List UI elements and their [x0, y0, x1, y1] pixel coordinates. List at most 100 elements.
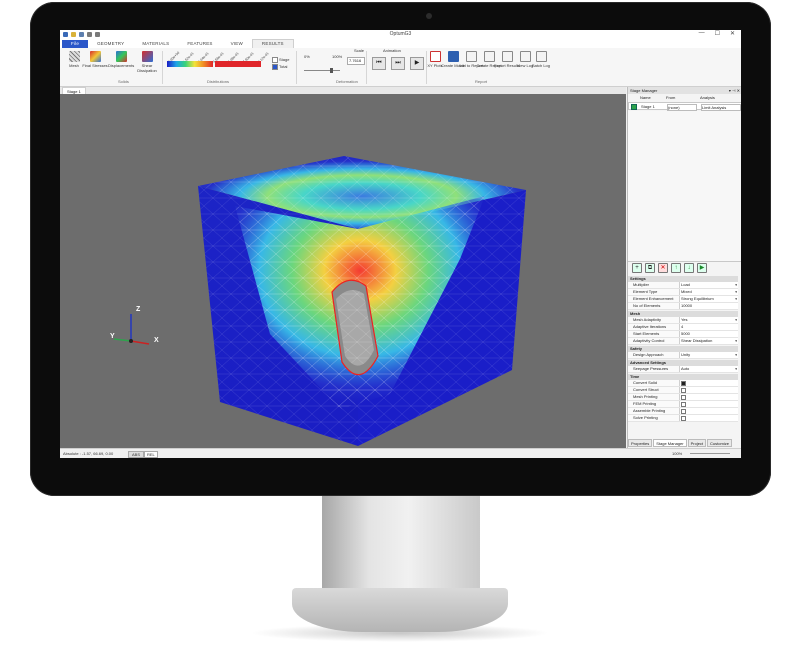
property-dropdown[interactable]: Yes ▾ [679, 317, 738, 323]
property-key: Design Approach [633, 352, 664, 357]
property-input[interactable]: 10000 [679, 303, 738, 309]
tab-geometry[interactable]: GEOMETRY [88, 40, 133, 48]
rewind-button[interactable]: ⏮ [372, 57, 386, 70]
checkbox-icon[interactable] [681, 381, 686, 386]
displacements-button[interactable]: Displacements [108, 51, 134, 68]
abs-toggle[interactable]: ABS [128, 451, 145, 458]
group-deformation-label: Deformation [336, 79, 358, 84]
tab-materials[interactable]: MATERIALS [133, 40, 178, 48]
property-row[interactable]: Adaptivity Control Shear Dissipation ▾ [628, 338, 738, 345]
delete-stage-icon[interactable]: ✕ [658, 263, 668, 273]
property-key: Assemble Printing [633, 408, 666, 413]
property-row[interactable]: Start Elements 5000 [628, 331, 738, 338]
property-row[interactable]: Multiplier Load ▾ [628, 282, 738, 289]
final-stresses-button[interactable]: Final Stresses [82, 51, 108, 68]
property-row[interactable]: Mesh Printing [628, 394, 738, 401]
checkbox-icon[interactable] [681, 409, 686, 414]
property-row[interactable]: Solve Printing [628, 415, 738, 422]
property-checkbox[interactable] [679, 401, 738, 407]
stage-row[interactable]: Stage 1 (none) Limit Analysis [628, 102, 741, 111]
colormap-bar-final[interactable] [167, 61, 213, 67]
property-value: Strong Equilibrium [681, 296, 714, 301]
property-row[interactable]: No of Elements 10000 [628, 303, 738, 310]
stage-from-select[interactable]: (none) [667, 104, 697, 111]
step-button[interactable]: ⏭ [391, 57, 405, 70]
zoom-slider[interactable] [690, 453, 730, 454]
column-from: From [666, 95, 676, 100]
chevron-down-icon[interactable]: ▾ [735, 317, 737, 323]
tab-project[interactable]: Project [687, 439, 707, 447]
tab-stage-manager[interactable]: Stage Manager [653, 439, 687, 447]
scale-input[interactable]: 7.7616 [347, 57, 365, 65]
checkbox-icon[interactable] [681, 416, 686, 421]
property-dropdown[interactable]: Shear Dissipation ▾ [679, 338, 738, 344]
add-stage-icon[interactable]: + [632, 263, 642, 273]
chevron-down-icon[interactable]: ▾ [735, 289, 737, 295]
3d-model[interactable] [60, 94, 626, 448]
property-value: Mixed [681, 289, 692, 294]
tab-customize[interactable]: Customize [707, 439, 732, 447]
ribbon-separator [366, 51, 367, 84]
checkbox-icon[interactable] [681, 388, 686, 393]
property-row[interactable]: Convert Struct [628, 387, 738, 394]
checkbox-icon[interactable] [681, 395, 686, 400]
chevron-down-icon[interactable]: ▾ [735, 282, 737, 288]
3d-viewport[interactable]: Z Y X [60, 94, 626, 448]
deformation-slider-thumb[interactable] [330, 68, 333, 73]
property-checkbox[interactable] [679, 394, 738, 400]
total-checkbox[interactable]: Total [272, 64, 287, 70]
monitor-mockup: OptumG3 — ☐ ✕ File GEOMETRY MATERIALS FE… [0, 0, 800, 653]
property-checkbox[interactable] [679, 387, 738, 393]
rel-toggle[interactable]: REL [144, 451, 158, 458]
property-dropdown[interactable]: Auto ▾ [679, 366, 738, 372]
move-up-icon[interactable]: ↑ [671, 263, 681, 273]
tab-view[interactable]: VIEW [222, 40, 252, 48]
property-row[interactable]: Design Approach Unity ▾ [628, 352, 738, 359]
copy-stage-icon[interactable]: ⧉ [645, 263, 655, 273]
chevron-down-icon[interactable]: ▾ [735, 352, 737, 358]
property-input[interactable]: 5000 [679, 331, 738, 337]
stage-enabled-checkbox[interactable] [631, 104, 637, 110]
panel-pin-close-icon[interactable]: ▾ ⊣ ✕ [729, 87, 740, 94]
property-row[interactable]: FEM Printing [628, 401, 738, 408]
minimize-button[interactable]: — [699, 30, 705, 37]
stage-analysis-select[interactable]: Limit Analysis [701, 104, 741, 111]
tab-file[interactable]: File [62, 40, 89, 48]
property-row[interactable]: Element Enhancement Strong Equilibrium ▾ [628, 296, 738, 303]
property-dropdown[interactable]: Strong Equilibrium ▾ [679, 296, 738, 302]
property-row[interactable]: Adaptive Iterations 4 [628, 324, 738, 331]
close-button[interactable]: ✕ [730, 30, 735, 37]
chevron-down-icon[interactable]: ▾ [735, 296, 737, 302]
property-row[interactable]: Convert Solid [628, 380, 738, 387]
window-title: OptumG3 [389, 31, 412, 37]
deformation-slider[interactable] [304, 70, 340, 71]
shear-dissipation-button[interactable]: Shear Dissipation [134, 51, 160, 73]
property-row[interactable]: Mesh Adaptivity Yes ▾ [628, 317, 738, 324]
property-row[interactable]: Seepage Pressures Auto ▾ [628, 366, 738, 373]
property-checkbox[interactable] [679, 408, 738, 414]
property-dropdown[interactable]: Unity ▾ [679, 352, 738, 358]
run-icon[interactable]: ▶ [697, 263, 707, 273]
tab-features[interactable]: FEATURES [178, 40, 221, 48]
batch-log-button[interactable]: Batch Log [528, 51, 554, 68]
property-checkbox[interactable] [679, 380, 738, 386]
stage-checkbox[interactable]: Stage [272, 57, 289, 63]
property-input[interactable]: 4 [679, 324, 738, 330]
tab-results[interactable]: RESULTS [251, 39, 294, 48]
tab-properties[interactable]: Properties [628, 439, 653, 447]
chevron-down-icon[interactable]: ▾ [735, 366, 737, 372]
property-checkbox[interactable] [679, 415, 738, 421]
property-dropdown[interactable]: Mixed ▾ [679, 289, 738, 295]
property-dropdown[interactable]: Load ▾ [679, 282, 738, 288]
colormap-bar-shear[interactable] [215, 61, 261, 67]
chevron-down-icon[interactable]: ▾ [735, 338, 737, 344]
properties-grid: Settings Multiplier Load ▾ Element Type Mixed… [628, 275, 738, 422]
panel-title: Stage Manager [630, 88, 658, 93]
maximize-button[interactable]: ☐ [715, 30, 720, 37]
checkbox-icon[interactable] [681, 402, 686, 407]
move-down-icon[interactable]: ↓ [684, 263, 694, 273]
property-value: Auto [681, 366, 690, 371]
property-row[interactable]: Assemble Printing [628, 408, 738, 415]
property-key: Adaptive Iterations [633, 324, 667, 329]
property-row[interactable]: Element Type Mixed ▾ [628, 289, 738, 296]
